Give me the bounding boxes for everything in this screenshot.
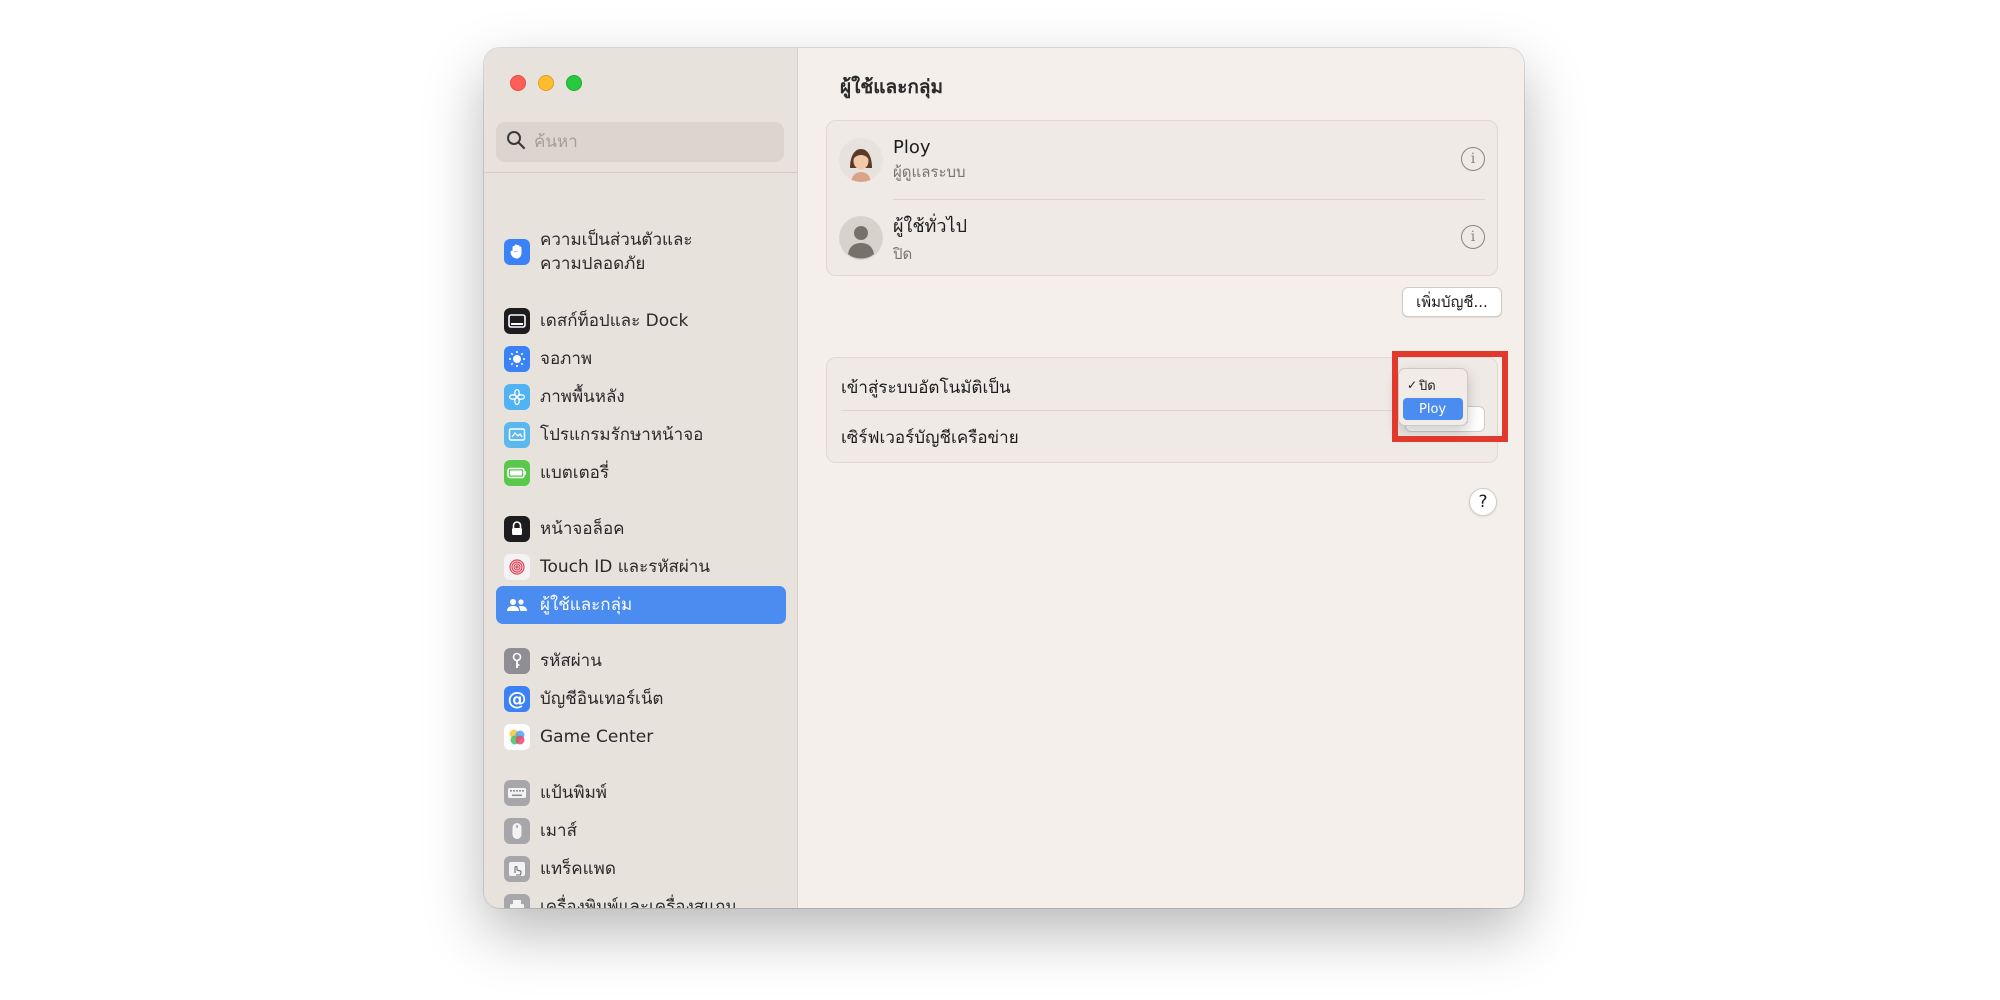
sidebar-item-label: เมาส์	[540, 821, 577, 841]
user-role: ผู้ดูแลระบบ	[893, 162, 966, 181]
key-icon	[504, 648, 530, 674]
user-name: ผู้ใช้ทั่วไป	[893, 215, 968, 237]
window-controls	[510, 75, 582, 91]
sidebar-item-label: จอภาพ	[540, 349, 593, 369]
sidebar-item-label: แป้นพิมพ์	[540, 783, 607, 803]
sidebar-item-label: ผู้ใช้และกลุ่ม	[540, 595, 633, 615]
search-input[interactable]	[534, 132, 774, 152]
sidebar-item-label: รหัสผ่าน	[540, 651, 602, 671]
checkmark-icon: ✓	[1407, 378, 1418, 392]
sidebar-item-desktop-dock[interactable]: เดสก์ท็อปและ Dock	[496, 302, 786, 340]
at-icon: @	[504, 686, 530, 712]
sidebar-item-printers[interactable]: เครื่องพิมพ์และเครื่องสแกน	[496, 888, 786, 908]
sidebar-item-label: แทร็คแพด	[540, 859, 616, 879]
sidebar-item-wallpaper[interactable]: ภาพพื้นหลัง	[496, 378, 786, 416]
help-button[interactable]: ?	[1469, 488, 1497, 516]
popup-option-off[interactable]: ✓ ปิด	[1403, 374, 1463, 396]
lock-icon	[504, 516, 530, 542]
sidebar-item-users-groups[interactable]: ผู้ใช้และกลุ่ม	[496, 586, 786, 624]
users-icon	[504, 592, 530, 618]
mouse-icon	[504, 818, 530, 844]
sidebar-divider	[484, 172, 797, 173]
dock-icon	[504, 308, 530, 334]
battery-icon	[504, 460, 530, 486]
settings-window: ความเป็นส่วนตัวและความปลอดภัย เดสก์ท็อปแ…	[484, 48, 1524, 908]
sidebar-item-internet-accounts[interactable]: @ บัญชีอินเทอร์เน็ต	[496, 680, 786, 718]
auto-login-popup-menu[interactable]: ✓ ปิด Ploy	[1398, 368, 1468, 426]
sidebar-item-label: Game Center	[540, 727, 654, 747]
sidebar-item-keyboard[interactable]: แป้นพิมพ์	[496, 774, 786, 812]
avatar	[839, 216, 883, 260]
sidebar-item-battery[interactable]: แบตเตอรี่	[496, 454, 786, 492]
sidebar-item-label: เครื่องพิมพ์และเครื่องสแกน	[540, 897, 738, 908]
sidebar-item-game-center[interactable]: Game Center	[496, 718, 786, 756]
sidebar-item-label: ความเป็นส่วนตัวและ ความปลอดภัย	[540, 230, 693, 274]
sidebar-item-displays[interactable]: จอภาพ	[496, 340, 786, 378]
user-role: ปิด	[893, 244, 913, 263]
users-card: Ploy ผู้ดูแลระบบ i ผู้ใช้ทั่วไป ปิด i	[826, 120, 1498, 276]
user-row-ploy[interactable]: Ploy ผู้ดูแลระบบ i	[827, 121, 1499, 199]
minimize-button[interactable]	[538, 75, 554, 91]
printer-icon	[504, 894, 530, 908]
sidebar-item-touch-id[interactable]: Touch ID และรหัสผ่าน	[496, 548, 786, 586]
sidebar-item-label: ภาพพื้นหลัง	[540, 387, 625, 407]
info-icon[interactable]: i	[1461, 147, 1485, 171]
sidebar-item-label: หน้าจอล็อค	[540, 519, 625, 539]
main-panel: ผู้ใช้และกลุ่ม Ploy ผู้ดูแลระบบ i ผู้ใช้…	[798, 48, 1524, 908]
popup-option-ploy[interactable]: Ploy	[1403, 398, 1463, 420]
fingerprint-icon	[504, 554, 530, 580]
sidebar-item-label: บัญชีอินเทอร์เน็ต	[540, 689, 664, 709]
search-icon	[506, 130, 526, 154]
sidebar-item-label: เดสก์ท็อปและ Dock	[540, 311, 689, 331]
add-account-button[interactable]: เพิ่มบัญชี...	[1402, 287, 1502, 317]
search-field[interactable]	[496, 122, 784, 162]
sidebar-item-trackpad[interactable]: แทร็คแพด	[496, 850, 786, 888]
zoom-button[interactable]	[566, 75, 582, 91]
keyboard-icon	[504, 780, 530, 806]
sidebar-item-passwords[interactable]: รหัสผ่าน	[496, 642, 786, 680]
user-row-guest[interactable]: ผู้ใช้ทั่วไป ปิด i	[827, 199, 1499, 277]
trackpad-icon	[504, 856, 530, 882]
sidebar-item-screensaver[interactable]: โปรแกรมรักษาหน้าจอ	[496, 416, 786, 454]
network-server-label: เซิร์ฟเวอร์บัญชีเครือข่าย	[841, 428, 1019, 448]
page-title: ผู้ใช้และกลุ่ม	[840, 76, 944, 98]
auto-login-label: เข้าสู่ระบบอัตโนมัติเป็น	[841, 378, 1011, 398]
flower-icon	[504, 384, 530, 410]
game-center-icon	[504, 724, 530, 750]
info-icon[interactable]: i	[1461, 225, 1485, 249]
sidebar-item-label: Touch ID และรหัสผ่าน	[540, 557, 711, 577]
screensaver-icon	[504, 422, 530, 448]
row-separator	[841, 410, 1483, 411]
sidebar-item-privacy[interactable]: ความเป็นส่วนตัวและ ความปลอดภัย	[496, 224, 786, 280]
user-name: Ploy	[893, 136, 931, 158]
sidebar-item-label: แบตเตอรี่	[540, 463, 609, 483]
avatar	[839, 138, 883, 182]
sun-icon	[504, 346, 530, 372]
sidebar-item-lock-screen[interactable]: หน้าจอล็อค	[496, 510, 786, 548]
sidebar: ความเป็นส่วนตัวและความปลอดภัย เดสก์ท็อปแ…	[484, 48, 798, 908]
close-button[interactable]	[510, 75, 526, 91]
sidebar-item-label: โปรแกรมรักษาหน้าจอ	[540, 425, 704, 445]
hand-icon	[504, 239, 530, 265]
sidebar-item-mouse[interactable]: เมาส์	[496, 812, 786, 850]
